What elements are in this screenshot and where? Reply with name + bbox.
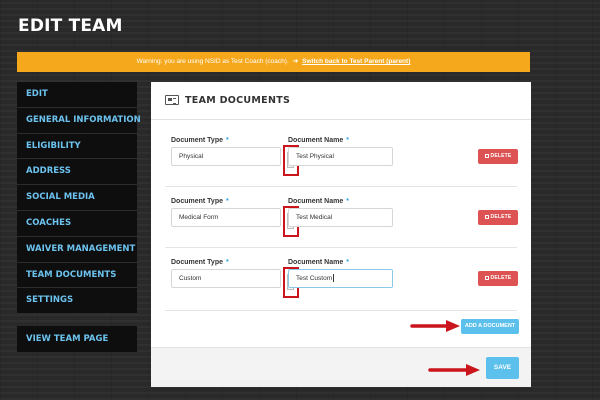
sidebar: EDIT GENERAL INFORMATION ELIGIBILITY ADD…	[17, 82, 141, 315]
red-arrow-icon	[410, 320, 460, 332]
trash-icon	[484, 153, 489, 158]
trash-icon	[484, 214, 489, 219]
document-row: Document Type * Document Name * Medical Fo…	[151, 193, 531, 255]
sidebar-item-eligibility[interactable]: ELIGIBILITY	[17, 133, 137, 160]
document-type-value: Medical Form	[179, 214, 219, 221]
sidebar-item-settings[interactable]: SETTINGS	[17, 288, 137, 315]
document-name-label: Document Name *	[288, 259, 349, 266]
sidebar-item-address[interactable]: ADDRESS	[17, 159, 137, 186]
text-caret	[333, 274, 334, 283]
row-divider	[165, 310, 517, 311]
document-name-input[interactable]: Test Medical	[288, 208, 393, 227]
delete-button[interactable]: DELETE	[478, 271, 518, 286]
panel-header: TEAM DOCUMENTS	[151, 82, 531, 120]
document-type-label: Document Type *	[171, 198, 229, 205]
document-name-input[interactable]: Test Custom	[288, 269, 393, 288]
sidebar-item-social-media[interactable]: SOCIAL MEDIA	[17, 185, 137, 211]
document-name-label: Document Name *	[288, 198, 349, 205]
red-arrow-icon	[428, 364, 480, 376]
document-type-value: Custom	[179, 275, 202, 282]
trash-icon	[484, 275, 489, 280]
document-type-label: Document Type *	[171, 259, 229, 266]
sidebar-item-general-information[interactable]: GENERAL INFORMATION	[17, 107, 141, 134]
switch-arrow-icon: ➜	[290, 58, 301, 65]
document-name-label: Document Name *	[288, 137, 349, 144]
warning-banner: Warning: you are using NSID as Test Coac…	[17, 52, 530, 72]
panel-title: TEAM DOCUMENTS	[185, 95, 291, 106]
document-type-select[interactable]: Medical Form	[171, 206, 299, 237]
document-name-input[interactable]: Test Physical	[288, 147, 393, 166]
sidebar-item-waiver-management[interactable]: WAIVER MANAGEMENT	[17, 236, 137, 263]
sidebar-item-edit[interactable]: EDIT	[17, 82, 137, 108]
document-row: Document Type * Document Name * Custom Tes…	[151, 254, 531, 316]
document-row: Document Type * Document Name * Physical T…	[151, 132, 531, 194]
save-button[interactable]: SAVE	[486, 357, 519, 379]
row-divider	[165, 247, 517, 248]
delete-button[interactable]: DELETE	[478, 149, 518, 164]
row-divider	[165, 186, 517, 187]
page-title: EDIT TEAM	[18, 16, 123, 36]
sidebar-item-coaches[interactable]: COACHES	[17, 210, 137, 237]
document-type-value: Physical	[179, 153, 204, 160]
switch-back-link[interactable]: Switch back to Test Parent (parent)	[302, 58, 410, 65]
document-name-value: Test Custom	[296, 275, 333, 282]
sidebar-item-team-documents[interactable]: TEAM DOCUMENTS	[17, 262, 137, 289]
add-document-button[interactable]: ADD A DOCUMENT	[461, 319, 519, 334]
warning-text: Warning: you are using NSID as Test Coac…	[136, 58, 289, 65]
document-type-select[interactable]: Custom	[171, 267, 299, 298]
document-type-label: Document Type *	[171, 137, 229, 144]
document-type-select[interactable]: Physical	[171, 145, 299, 176]
team-documents-panel: TEAM DOCUMENTS Document Type * Document N…	[151, 82, 531, 387]
view-team-page-button[interactable]: VIEW TEAM PAGE	[17, 326, 137, 352]
document-icon	[165, 95, 179, 105]
delete-button[interactable]: DELETE	[478, 210, 518, 225]
